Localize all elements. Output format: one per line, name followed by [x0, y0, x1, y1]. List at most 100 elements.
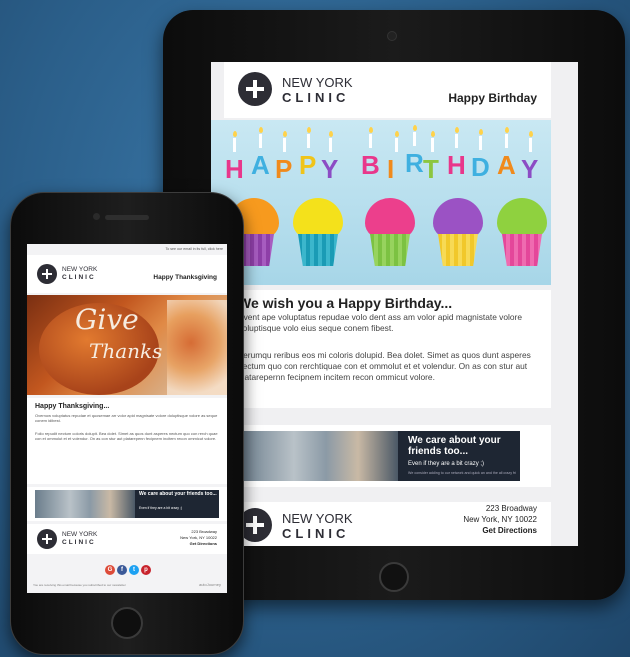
candle	[505, 134, 508, 148]
candle-flame	[394, 131, 399, 137]
social-icon[interactable]: G	[105, 565, 115, 575]
phone-promo-card: We care about your friends too... Even i…	[27, 487, 227, 521]
phone-speaker	[105, 215, 149, 220]
footer-logo-line2: CLINIC	[282, 526, 350, 541]
message-paragraph-2: Ferumqu reribus eos mi coloris dolupid. …	[238, 350, 531, 382]
phone-device: To see our email in its full, click here…	[10, 192, 244, 655]
candle	[479, 136, 482, 150]
hero-letter: H	[225, 154, 244, 184]
candle-flame	[232, 131, 237, 137]
social-icon[interactable]: f	[117, 565, 127, 575]
autumn-leaves	[167, 300, 227, 395]
candle-flame	[306, 127, 311, 133]
clinic-logo-line2: CLINIC	[282, 90, 350, 105]
clinic-logo-icon	[238, 72, 272, 106]
birthday-hero-image: HAPPYBIRTHDAY	[211, 120, 551, 285]
cupcake-purple	[433, 198, 483, 268]
hero-text-thanks: Thanks	[89, 339, 163, 363]
clinic-logo-line1: NEW YORK	[282, 75, 353, 90]
email-header-title: Happy Thanksgiving	[153, 274, 217, 281]
hero-letter: T	[423, 154, 439, 184]
hero-letter: P	[299, 150, 317, 180]
hero-letter: I	[387, 154, 395, 184]
brand-logo: autoJourney	[198, 582, 221, 587]
friends-promo-banner[interactable]: We care about your friends too... Even i…	[238, 431, 520, 481]
candle-flame	[412, 125, 417, 131]
candle-flame	[430, 131, 435, 137]
tablet-camera	[387, 31, 397, 41]
friends-promo-banner[interactable]: We care about your friends too... Even i…	[35, 490, 219, 518]
social-icon[interactable]: p	[141, 565, 151, 575]
candle	[431, 138, 434, 152]
candle	[307, 134, 310, 148]
friends-photo	[238, 431, 398, 481]
candle	[455, 134, 458, 148]
candle-flame	[528, 131, 533, 137]
footer-address-line2: New York, NY 10022	[463, 515, 537, 524]
phone-email-header: NEW YORK CLINIC Happy Thanksgiving	[27, 255, 227, 293]
tablet-footer: NEW YORK CLINIC 223 Broadway New York, N…	[224, 502, 551, 546]
footer-logo-line1: NEW YORK	[282, 511, 353, 526]
message-paragraph-1: Overnow voluptatus repudae et quosemae a…	[35, 413, 218, 423]
candle	[259, 134, 262, 148]
phone-footer: NEW YORK CLINIC 223 Broadway New York, N…	[27, 524, 227, 554]
tablet-email-screen: NEW YORK CLINIC Happy Birthday HAPPYBIRT…	[211, 62, 578, 546]
message-heading: Happy Thanksgiving...	[35, 403, 110, 410]
footer-logo-line2: CLINIC	[62, 539, 96, 546]
cupcake-pink	[365, 198, 415, 268]
tablet-email-header: NEW YORK CLINIC Happy Birthday	[224, 62, 551, 118]
candle-flame	[328, 131, 333, 137]
footer-address-line1: 223 Broadway	[191, 529, 217, 534]
candle	[413, 132, 416, 146]
promo-small-text: We consider adding to our network and qu…	[408, 471, 516, 475]
get-directions-link[interactable]: Get Directions	[482, 526, 537, 535]
hero-letter: R	[405, 148, 424, 178]
candle	[395, 138, 398, 152]
clinic-logo-icon	[37, 264, 57, 284]
hero-letter: B	[361, 150, 380, 180]
phone-home-button[interactable]	[111, 607, 143, 639]
tablet-home-button[interactable]	[379, 562, 409, 592]
email-header-title: Happy Birthday	[448, 91, 537, 105]
footer-logo-line1: NEW YORK	[62, 531, 98, 538]
message-paragraph-2: Folio repudit nectum coloris dolupit. Be…	[35, 431, 218, 441]
hero-letter: Y	[521, 154, 539, 184]
clinic-logo-line2: CLINIC	[62, 274, 96, 281]
message-paragraph-1: Event ape voluptatus repudae volo dent a…	[238, 312, 522, 333]
hero-letter: P	[275, 154, 293, 184]
message-heading: We wish you a Happy Birthday...	[238, 295, 453, 311]
candle-flame	[504, 127, 509, 133]
social-icon[interactable]: t	[129, 565, 139, 575]
thanksgiving-hero-image: Give Thanks	[27, 295, 227, 395]
footer-logo-icon	[37, 529, 57, 549]
hero-letter: H	[447, 150, 466, 180]
friends-photo	[35, 490, 135, 518]
phone-camera	[93, 213, 100, 220]
view-online-link[interactable]: To see our email in its full, click here	[165, 247, 223, 252]
bottom-note: You are receiving this email because you…	[33, 583, 126, 587]
cupcake-green	[497, 198, 547, 268]
footer-address-line1: 223 Broadway	[485, 504, 537, 513]
phone-message-card: Happy Thanksgiving... Overnow voluptatus…	[27, 398, 227, 484]
promo-heading: We care about your friends too...	[408, 435, 501, 457]
footer-address-line2: New York, NY 10022	[180, 535, 217, 540]
candle	[283, 138, 286, 152]
clinic-logo-line1: NEW YORK	[62, 266, 98, 273]
cupcake-yellow	[293, 198, 343, 268]
tablet-promo-card: We care about your friends too... Even i…	[224, 425, 551, 487]
promo-subtext: Even if they are a bit crazy ;)	[139, 506, 182, 510]
promo-subtext: Even if they are a bit crazy ;)	[408, 461, 485, 467]
candle-flame	[478, 129, 483, 135]
candle	[369, 134, 372, 148]
hero-text-give: Give	[75, 303, 139, 336]
candle	[233, 138, 236, 152]
candle-flame	[368, 127, 373, 133]
get-directions-link[interactable]: Get Directions	[190, 541, 217, 546]
candle-flame	[454, 127, 459, 133]
phone-email-screen: To see our email in its full, click here…	[27, 244, 227, 593]
candle-flame	[258, 127, 263, 133]
hero-letter: Y	[321, 154, 339, 184]
hero-letter: D	[471, 152, 490, 182]
candle	[329, 138, 332, 152]
candle	[529, 138, 532, 152]
